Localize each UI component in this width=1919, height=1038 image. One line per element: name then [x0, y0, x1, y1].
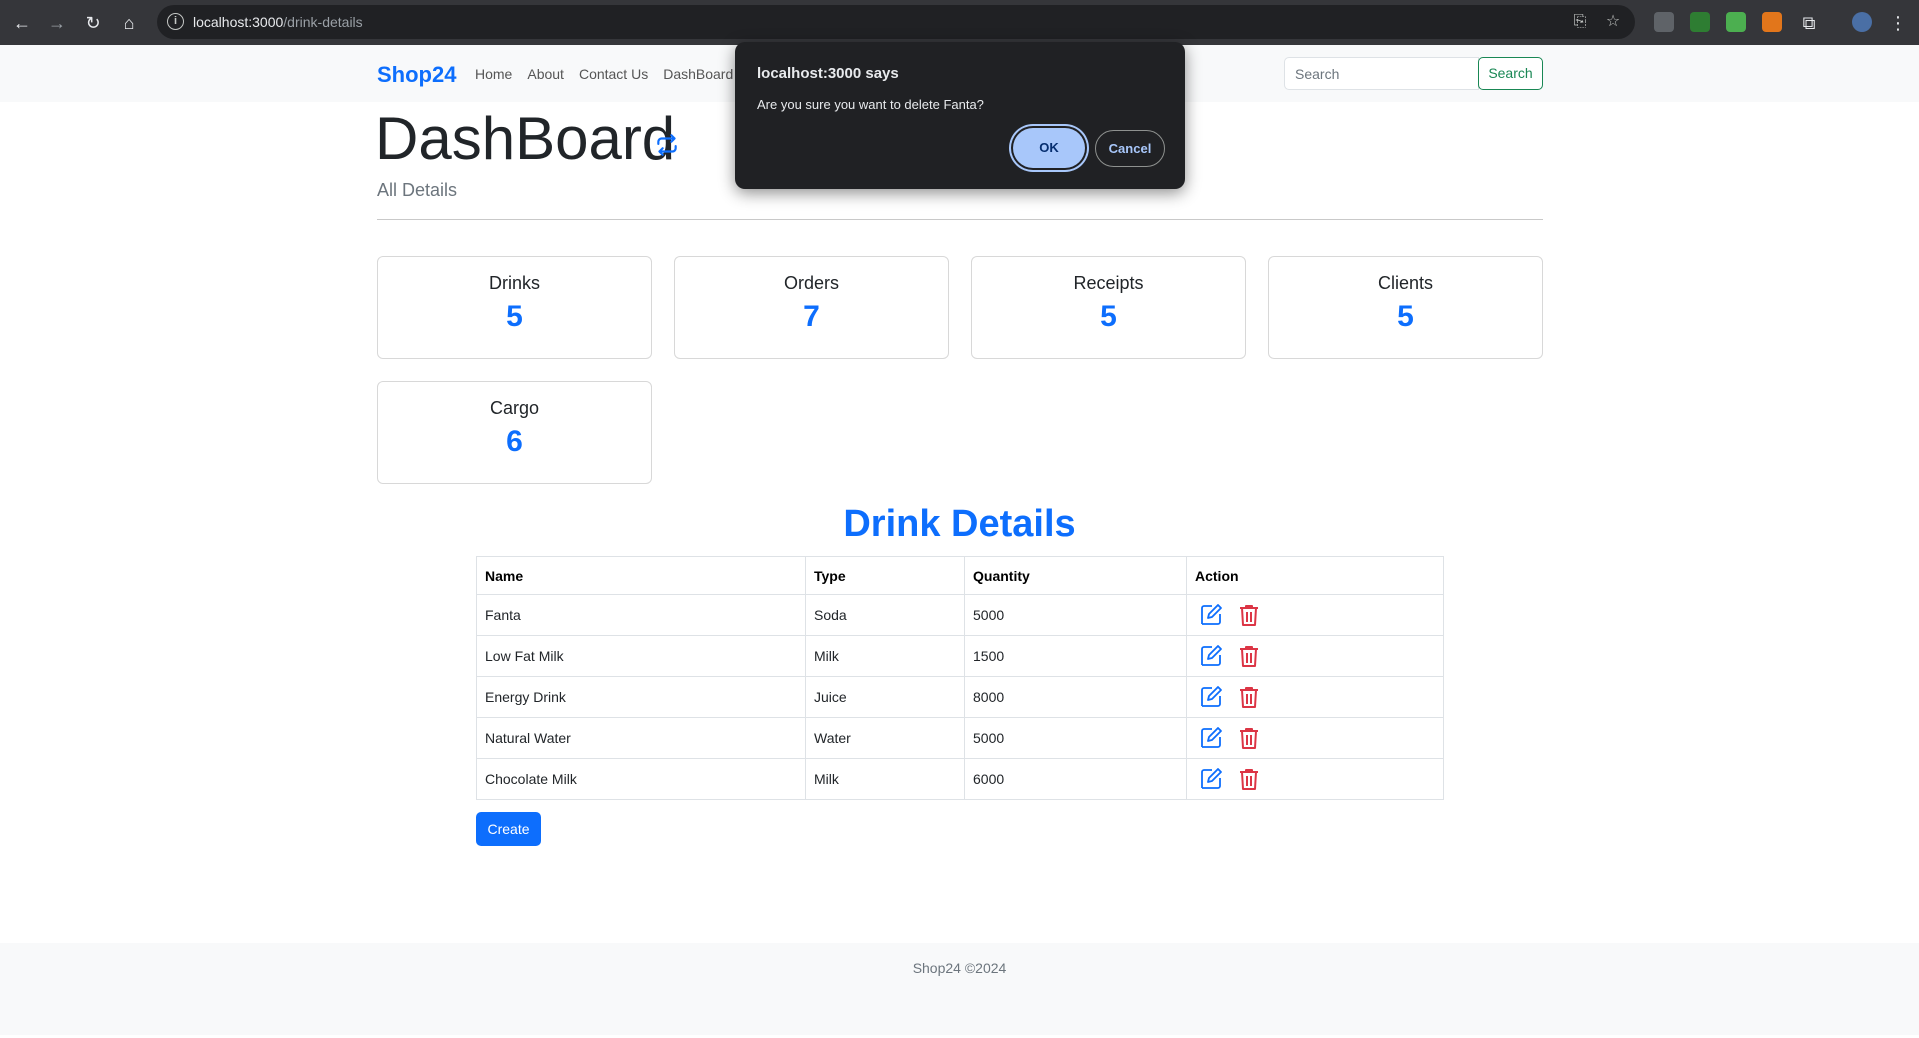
column-header-type: Type	[805, 556, 965, 595]
cell-quantity: 6000	[964, 758, 1187, 800]
trash-icon[interactable]	[1237, 644, 1261, 668]
table-row: Low Fat Milk Milk 1500	[476, 635, 1444, 677]
edit-icon[interactable]	[1199, 685, 1223, 709]
cell-action	[1186, 594, 1444, 636]
profile-icon[interactable]	[1852, 12, 1872, 32]
fox-icon[interactable]	[1762, 12, 1782, 32]
ok-button[interactable]: OK	[1013, 128, 1085, 168]
cell-quantity: 5000	[964, 717, 1187, 759]
address-bar[interactable]: i localhost:3000/drink-details ⎘ ☆	[157, 5, 1635, 39]
forward-icon[interactable]: →	[44, 10, 70, 36]
table-row: Fanta Soda 5000	[476, 594, 1444, 636]
install-icon[interactable]: ⎘	[1570, 12, 1590, 32]
stat-label: Drinks	[488, 273, 540, 293]
stat-card-orders: Orders 7	[674, 256, 949, 359]
stat-value: 7	[803, 300, 820, 333]
divider	[377, 219, 1543, 220]
extension-icon[interactable]	[1690, 12, 1710, 32]
stat-value: 5	[1100, 300, 1117, 333]
browser-toolbar: ← → ↻ ⌂ i localhost:3000/drink-details ⎘…	[0, 0, 1919, 45]
dialog-message: Are you sure you want to delete Fanta?	[757, 97, 984, 112]
nav-link-home[interactable]: Home	[475, 66, 512, 82]
cell-action	[1186, 758, 1444, 800]
cell-action	[1186, 635, 1444, 677]
edit-icon[interactable]	[1199, 644, 1223, 668]
stat-value: 6	[506, 425, 523, 458]
column-header-action: Action	[1186, 556, 1444, 595]
info-icon[interactable]: i	[167, 13, 184, 30]
nav-link-dashboard[interactable]: DashBoard	[663, 66, 733, 82]
trash-icon[interactable]	[1237, 603, 1261, 627]
nav-link-about[interactable]: About	[527, 66, 564, 82]
cell-action	[1186, 676, 1444, 718]
dialog-title: localhost:3000 says	[757, 65, 899, 82]
cancel-button[interactable]: Cancel	[1095, 130, 1165, 167]
footer: Shop24 ©2024	[0, 943, 1919, 1035]
edit-icon[interactable]	[1199, 603, 1223, 627]
page-subtitle: All Details	[377, 180, 458, 200]
cell-action	[1186, 717, 1444, 759]
search-input[interactable]	[1284, 57, 1479, 90]
stat-value: 5	[506, 300, 523, 333]
cell-type: Milk	[805, 758, 965, 800]
table-row: Chocolate Milk Milk 6000	[476, 758, 1444, 800]
confirm-dialog: localhost:3000 says Are you sure you wan…	[735, 42, 1185, 189]
stat-label: Orders	[783, 273, 839, 293]
stat-card-clients: Clients 5	[1268, 256, 1543, 359]
section-title: Drink Details	[843, 503, 1076, 545]
stat-card-drinks: Drinks 5	[377, 256, 652, 359]
column-header-quantity: Quantity	[964, 556, 1187, 595]
menu-icon[interactable]: ⋮	[1885, 10, 1911, 36]
stat-label: Receipts	[1073, 273, 1144, 293]
page-title: DashBoard	[375, 105, 676, 172]
cell-name: Natural Water	[476, 717, 806, 759]
cell-quantity: 5000	[964, 594, 1187, 636]
stat-value: 5	[1397, 300, 1414, 333]
column-header-name: Name	[476, 556, 806, 595]
stat-label: Clients	[1377, 273, 1434, 293]
cell-type: Milk	[805, 635, 965, 677]
cell-name: Chocolate Milk	[476, 758, 806, 800]
cell-type: Water	[805, 717, 965, 759]
table-row: Energy Drink Juice 8000	[476, 676, 1444, 718]
url-text[interactable]: localhost:3000/drink-details	[193, 5, 363, 39]
nav-links: Home About Contact Us DashBoard	[475, 66, 733, 82]
table-row: Natural Water Water 5000	[476, 717, 1444, 759]
stat-label: Cargo	[489, 398, 540, 418]
shield-icon[interactable]	[1726, 12, 1746, 32]
cell-type: Soda	[805, 594, 965, 636]
cell-name: Fanta	[476, 594, 806, 636]
search-button[interactable]: Search	[1478, 57, 1543, 90]
table-header-row: Name Type Quantity Action	[476, 556, 1444, 595]
cell-name: Low Fat Milk	[476, 635, 806, 677]
trash-icon[interactable]	[1237, 726, 1261, 750]
back-icon[interactable]: ←	[9, 10, 35, 36]
cell-name: Energy Drink	[476, 676, 806, 718]
stat-card-cargo: Cargo 6	[377, 381, 652, 484]
cell-quantity: 8000	[964, 676, 1187, 718]
home-icon[interactable]: ⌂	[116, 10, 142, 36]
stat-card-receipts: Receipts 5	[971, 256, 1246, 359]
edit-icon[interactable]	[1199, 726, 1223, 750]
reload-icon[interactable]: ↻	[80, 10, 106, 36]
drinks-table: Name Type Quantity Action Fanta Soda 500…	[476, 556, 1444, 800]
extensions-icon[interactable]: ⧉	[1796, 10, 1822, 36]
refresh-icon[interactable]	[654, 132, 680, 158]
trash-icon[interactable]	[1237, 767, 1261, 791]
cell-quantity: 1500	[964, 635, 1187, 677]
cell-type: Juice	[805, 676, 965, 718]
star-icon[interactable]: ☆	[1603, 12, 1623, 32]
create-button[interactable]: Create	[476, 812, 541, 846]
edit-icon[interactable]	[1199, 767, 1223, 791]
trash-icon[interactable]	[1237, 685, 1261, 709]
footer-text: Shop24 ©2024	[912, 960, 1007, 976]
extension-icon[interactable]	[1654, 12, 1674, 32]
brand-logo[interactable]: Shop24	[377, 62, 456, 88]
nav-link-contact[interactable]: Contact Us	[579, 66, 648, 82]
